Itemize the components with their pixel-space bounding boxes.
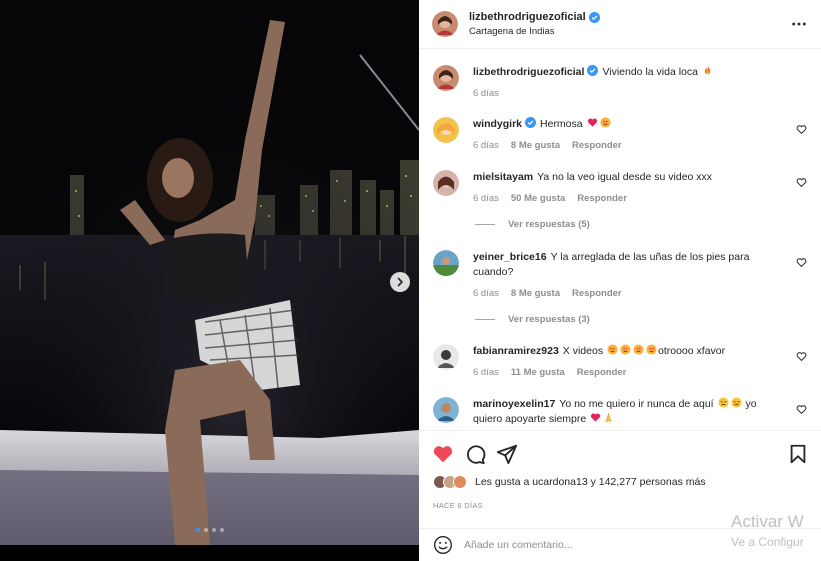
- post-location[interactable]: Cartagena de Indias: [469, 26, 600, 37]
- reply-button[interactable]: Responder: [577, 367, 627, 378]
- verified-badge-icon: [587, 65, 599, 76]
- folded-hands-emoji-icon: [605, 412, 612, 422]
- comment-username[interactable]: mielsitayam: [473, 171, 533, 183]
- post-header: lizbethrodriguezoficial Cartagena de Ind…: [419, 0, 821, 49]
- red-heart-emoji-icon: [587, 118, 597, 127]
- comment-text: Y la arreglada de las uñas de los pies p…: [550, 251, 750, 263]
- heart-eyes-emoji-icon: [600, 117, 611, 128]
- comment-text: Yo no me quiero ir nunca de aquí: [559, 398, 714, 410]
- comment-text: X videos: [562, 345, 604, 357]
- carousel-dot: [211, 528, 216, 532]
- comment-likes[interactable]: 50 Me gusta: [511, 193, 565, 204]
- fire-emoji-icon: [704, 65, 711, 75]
- comment-icon[interactable]: [464, 443, 486, 465]
- carousel-dot: [219, 528, 224, 532]
- liker-avatar: [453, 475, 467, 489]
- author-avatar[interactable]: [432, 11, 458, 37]
- like-comment-heart-icon[interactable]: [796, 257, 807, 268]
- post-side-panel: lizbethrodriguezoficial Cartagena de Ind…: [419, 0, 821, 561]
- more-options-button[interactable]: [790, 15, 808, 33]
- emoji-picker-icon[interactable]: [433, 535, 453, 555]
- like-comment-heart-icon[interactable]: [796, 404, 807, 415]
- more-options-icon: [792, 22, 806, 26]
- comment-text: Hermosa: [540, 118, 583, 130]
- comment-username[interactable]: windygirk: [473, 118, 522, 130]
- view-replies-label[interactable]: Ver respuestas (3): [508, 314, 590, 325]
- view-replies-button[interactable]: Ver respuestas (3): [475, 314, 590, 325]
- like-comment-heart-icon[interactable]: [796, 351, 807, 362]
- post-actions: [419, 430, 821, 476]
- chevron-right-icon: [397, 277, 403, 287]
- comment-likes[interactable]: 8 Me gusta: [511, 288, 560, 299]
- author-username-text[interactable]: lizbethrodriguezoficial: [469, 11, 586, 23]
- comment-time: 6 días: [473, 367, 499, 378]
- comment-text-continued: quiero apoyarte siempre: [473, 413, 587, 425]
- caption-username[interactable]: lizbethrodriguezoficial: [473, 66, 584, 78]
- heart-eyes-emoji-icon: [633, 344, 644, 355]
- add-comment-bar: [419, 528, 821, 561]
- author-avatar[interactable]: [433, 65, 459, 91]
- caption-text: Viviendo la vida loca: [602, 66, 698, 78]
- share-send-icon[interactable]: [496, 443, 518, 465]
- comment-likes[interactable]: 8 Me gusta: [511, 140, 560, 151]
- replies-divider: [475, 319, 495, 320]
- comment-username[interactable]: fabianramirez923: [473, 345, 559, 357]
- carousel-dot: [195, 528, 200, 532]
- liker-avatars: [433, 475, 467, 489]
- post-photo[interactable]: [0, 0, 419, 545]
- comment-time: 6 días: [473, 288, 499, 299]
- heart-eyes-emoji-icon: [620, 344, 631, 355]
- like-comment-heart-icon[interactable]: [796, 124, 807, 135]
- like-comment-heart-icon[interactable]: [796, 177, 807, 188]
- author-username[interactable]: lizbethrodriguezoficial: [469, 11, 600, 23]
- commenter-avatar[interactable]: [433, 397, 459, 423]
- red-heart-emoji-icon: [591, 413, 601, 422]
- comment-username[interactable]: marinoyexelin17: [473, 398, 555, 410]
- pensive-emoji-icon: [717, 397, 729, 408]
- reply-button[interactable]: Responder: [572, 140, 622, 151]
- pensive-emoji-icon: [730, 397, 742, 408]
- verified-badge-icon: [588, 11, 600, 23]
- commenter-avatar[interactable]: [433, 250, 459, 276]
- save-bookmark-icon[interactable]: [787, 443, 809, 465]
- commenter-avatar[interactable]: [433, 170, 459, 196]
- comment-text-tail: yo: [745, 398, 757, 410]
- liked-heart-icon[interactable]: [432, 443, 454, 465]
- photo-image: [0, 0, 419, 545]
- verified-badge-icon: [525, 117, 537, 128]
- view-replies-button[interactable]: Ver respuestas (5): [475, 219, 590, 230]
- comment-likes[interactable]: 11 Me gusta: [511, 367, 565, 378]
- heart-eyes-emoji-icon: [646, 344, 657, 355]
- comment-text: Ya no la veo igual desde su video xxx: [537, 171, 713, 183]
- commenter-avatar[interactable]: [433, 117, 459, 143]
- next-slide-button[interactable]: [390, 272, 410, 292]
- comment-input[interactable]: [464, 539, 784, 551]
- carousel-indicator: [0, 528, 419, 532]
- view-replies-label[interactable]: Ver respuestas (5): [508, 219, 590, 230]
- replies-divider: [475, 224, 495, 225]
- post-date: HACE 6 DÍAS: [433, 501, 483, 510]
- likes-summary[interactable]: Les gusta a ucardona13 y 142,277 persona…: [433, 475, 706, 489]
- reply-button[interactable]: Responder: [577, 193, 627, 204]
- comment-username[interactable]: yeiner_brice16: [473, 251, 547, 263]
- comment-text-tail: otroooo xfavor: [658, 345, 726, 357]
- commenter-avatar[interactable]: [433, 344, 459, 370]
- carousel-dot: [203, 528, 208, 532]
- comment-text-continued: cuando?: [473, 266, 514, 278]
- likes-summary-text[interactable]: Les gusta a ucardona13 y 142,277 persona…: [475, 476, 706, 488]
- comment-time: 6 días: [473, 140, 499, 151]
- heart-eyes-emoji-icon: [607, 344, 618, 355]
- caption-time: 6 días: [473, 88, 499, 99]
- comments-list[interactable]: lizbethrodriguezoficial Viviendo la vida …: [419, 50, 821, 429]
- comment-time: 6 días: [473, 193, 499, 204]
- reply-button[interactable]: Responder: [572, 288, 622, 299]
